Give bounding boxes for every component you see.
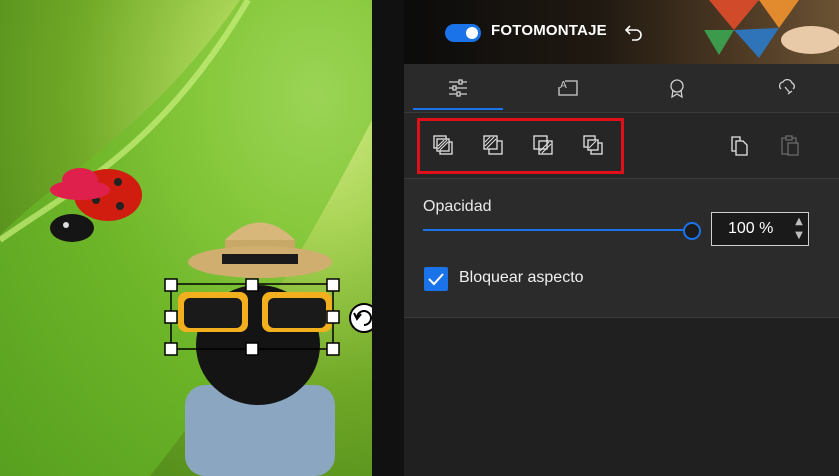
tab-text[interactable]: A: [523, 64, 613, 112]
mode-title: FOTOMONTAJE: [491, 22, 607, 39]
checkmark-icon: [428, 273, 444, 286]
opacity-slider-track[interactable]: [423, 229, 691, 231]
tab-bar: A: [404, 64, 839, 113]
copy-icon: [731, 136, 748, 156]
bring-to-front-icon: [433, 135, 453, 155]
fotomontaje-toggle[interactable]: [445, 24, 481, 42]
tab-stickers[interactable]: [632, 64, 722, 112]
photo-composition: [0, 0, 372, 476]
opacity-label: Opacidad: [423, 198, 492, 215]
opacity-slider-thumb[interactable]: [683, 222, 701, 240]
bring-to-front-button[interactable]: [431, 133, 455, 157]
send-backward-icon: [533, 135, 553, 155]
cloud-brush-icon: [778, 78, 795, 95]
lock-aspect-label: Bloquear aspecto: [459, 269, 584, 286]
copy-button[interactable]: [728, 133, 752, 157]
paste-button[interactable]: [778, 133, 802, 157]
svg-text:A: A: [560, 80, 567, 91]
properties-section: Opacidad 100 % ▲ ▼ Bloquear aspecto: [404, 179, 839, 318]
photo-canvas[interactable]: [0, 0, 372, 476]
undo-icon[interactable]: [624, 22, 644, 42]
paste-icon: [781, 135, 799, 156]
opacity-value: 100 %: [728, 220, 774, 237]
badge-icon: [670, 79, 684, 99]
lock-aspect-checkbox[interactable]: [424, 267, 448, 291]
side-panel: FOTOMONTAJE A Opacidad 100 % ▲ ▼ Bloquea…: [404, 0, 839, 476]
bring-forward-button[interactable]: [481, 133, 505, 157]
chevron-up-icon[interactable]: ▲: [792, 216, 806, 228]
send-to-back-button[interactable]: [581, 133, 605, 157]
tangram-decoration: [704, 0, 839, 58]
rotate-handle-icon[interactable]: [349, 303, 372, 333]
send-backward-button[interactable]: [531, 133, 555, 157]
arrange-toolbar: [404, 113, 839, 179]
text-frame-icon: A: [558, 80, 578, 96]
sliders-icon: [449, 79, 467, 97]
tab-adjust[interactable]: [413, 64, 503, 112]
canvas-divider: [372, 0, 404, 476]
panel-header: FOTOMONTAJE: [404, 0, 839, 64]
opacity-input[interactable]: 100 % ▲ ▼: [711, 212, 809, 246]
chevron-down-icon[interactable]: ▼: [792, 230, 806, 242]
active-tab-indicator: [413, 108, 503, 110]
tab-effects[interactable]: [742, 64, 832, 112]
send-to-back-icon: [583, 135, 603, 155]
bring-forward-icon: [483, 135, 503, 155]
